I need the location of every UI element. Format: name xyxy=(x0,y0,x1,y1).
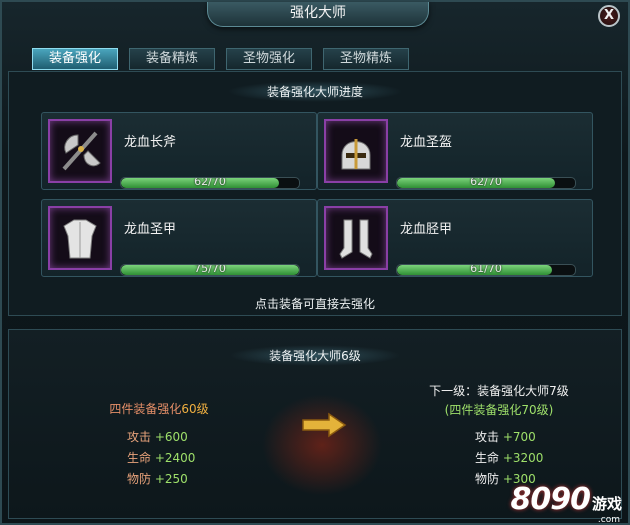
current-stat-attack: 攻击 +600 xyxy=(127,430,188,444)
progress-text: 61/70 xyxy=(470,264,502,275)
close-icon: X xyxy=(603,8,615,23)
next-stat-hp: 生命 +3200 xyxy=(475,451,544,465)
equip-card-axe[interactable]: 龙血长斧 62/70 xyxy=(41,112,317,190)
equip-card-helmet[interactable]: 龙血圣盔 62/70 xyxy=(317,112,593,190)
next-requirement: (四件装备强化70级) xyxy=(444,403,554,417)
progress-bar: 61/70 xyxy=(396,264,576,276)
next-level-title: 下一级：装备强化大师7级 xyxy=(429,384,569,398)
tab-bar: 装备强化 装备精炼 圣物强化 圣物精炼 xyxy=(32,48,409,70)
tab-relic-refine[interactable]: 圣物精炼 xyxy=(323,48,409,70)
progress-bar: 62/70 xyxy=(396,177,576,189)
progress-title: 装备强化大师进度 xyxy=(9,81,621,102)
watermark-domain: .com xyxy=(597,515,620,525)
enhance-hint: 点击装备可直接去强化 xyxy=(254,297,375,311)
item-name: 龙血胫甲 xyxy=(400,222,453,237)
greaves-icon xyxy=(339,219,373,259)
progress-text: 75/70 xyxy=(194,264,226,275)
watermark-word: 游戏 xyxy=(591,495,622,513)
battle-axe-icon xyxy=(62,131,101,171)
armor-icon xyxy=(63,219,97,259)
current-requirement: 四件装备强化60级 xyxy=(109,402,209,416)
item-slot[interactable] xyxy=(324,206,388,270)
master-level-title: 装备强化大师6级 xyxy=(9,345,621,366)
tab-equip-refine[interactable]: 装备精炼 xyxy=(129,48,215,70)
item-name: 龙血长斧 xyxy=(124,135,177,150)
window-title-text: 强化大师 xyxy=(290,5,346,21)
arrow-glow xyxy=(257,390,387,500)
watermark-number: 8090 xyxy=(510,482,590,517)
item-name: 龙血圣盔 xyxy=(400,135,453,150)
item-slot[interactable] xyxy=(324,119,388,183)
next-stat-attack: 攻击 +700 xyxy=(475,430,536,444)
close-button[interactable]: X xyxy=(598,5,620,27)
progress-bar: 75/70 xyxy=(120,264,300,276)
progress-text: 62/70 xyxy=(470,177,502,188)
progress-bar: 62/70 xyxy=(120,177,300,189)
right-arrow-icon xyxy=(302,412,347,438)
window-title: 强化大师 xyxy=(207,2,429,27)
current-stat-defense: 物防 +250 xyxy=(127,472,188,486)
item-name: 龙血圣甲 xyxy=(124,222,177,237)
tab-equip-enhance[interactable]: 装备强化 xyxy=(32,48,118,70)
equip-card-armor[interactable]: 龙血圣甲 75/70 xyxy=(41,199,317,277)
helmet-icon xyxy=(341,139,371,170)
master-window: 强化大师 X 装备强化 装备精炼 圣物强化 圣物精炼 装备强化大师进度 龙血长斧 xyxy=(0,0,630,525)
item-slot[interactable] xyxy=(48,119,112,183)
tab-relic-enhance[interactable]: 圣物强化 xyxy=(226,48,312,70)
current-stat-hp: 生命 +2400 xyxy=(127,451,196,465)
progress-panel: 装备强化大师进度 龙血长斧 62/70 龙血圣盔 62/70 龙血圣甲 75/7… xyxy=(8,71,622,316)
site-watermark-logo: 8090 游戏 .com xyxy=(510,482,622,525)
progress-text: 62/70 xyxy=(194,177,226,188)
item-slot[interactable] xyxy=(48,206,112,270)
equip-card-greaves[interactable]: 龙血胫甲 61/70 xyxy=(317,199,593,277)
